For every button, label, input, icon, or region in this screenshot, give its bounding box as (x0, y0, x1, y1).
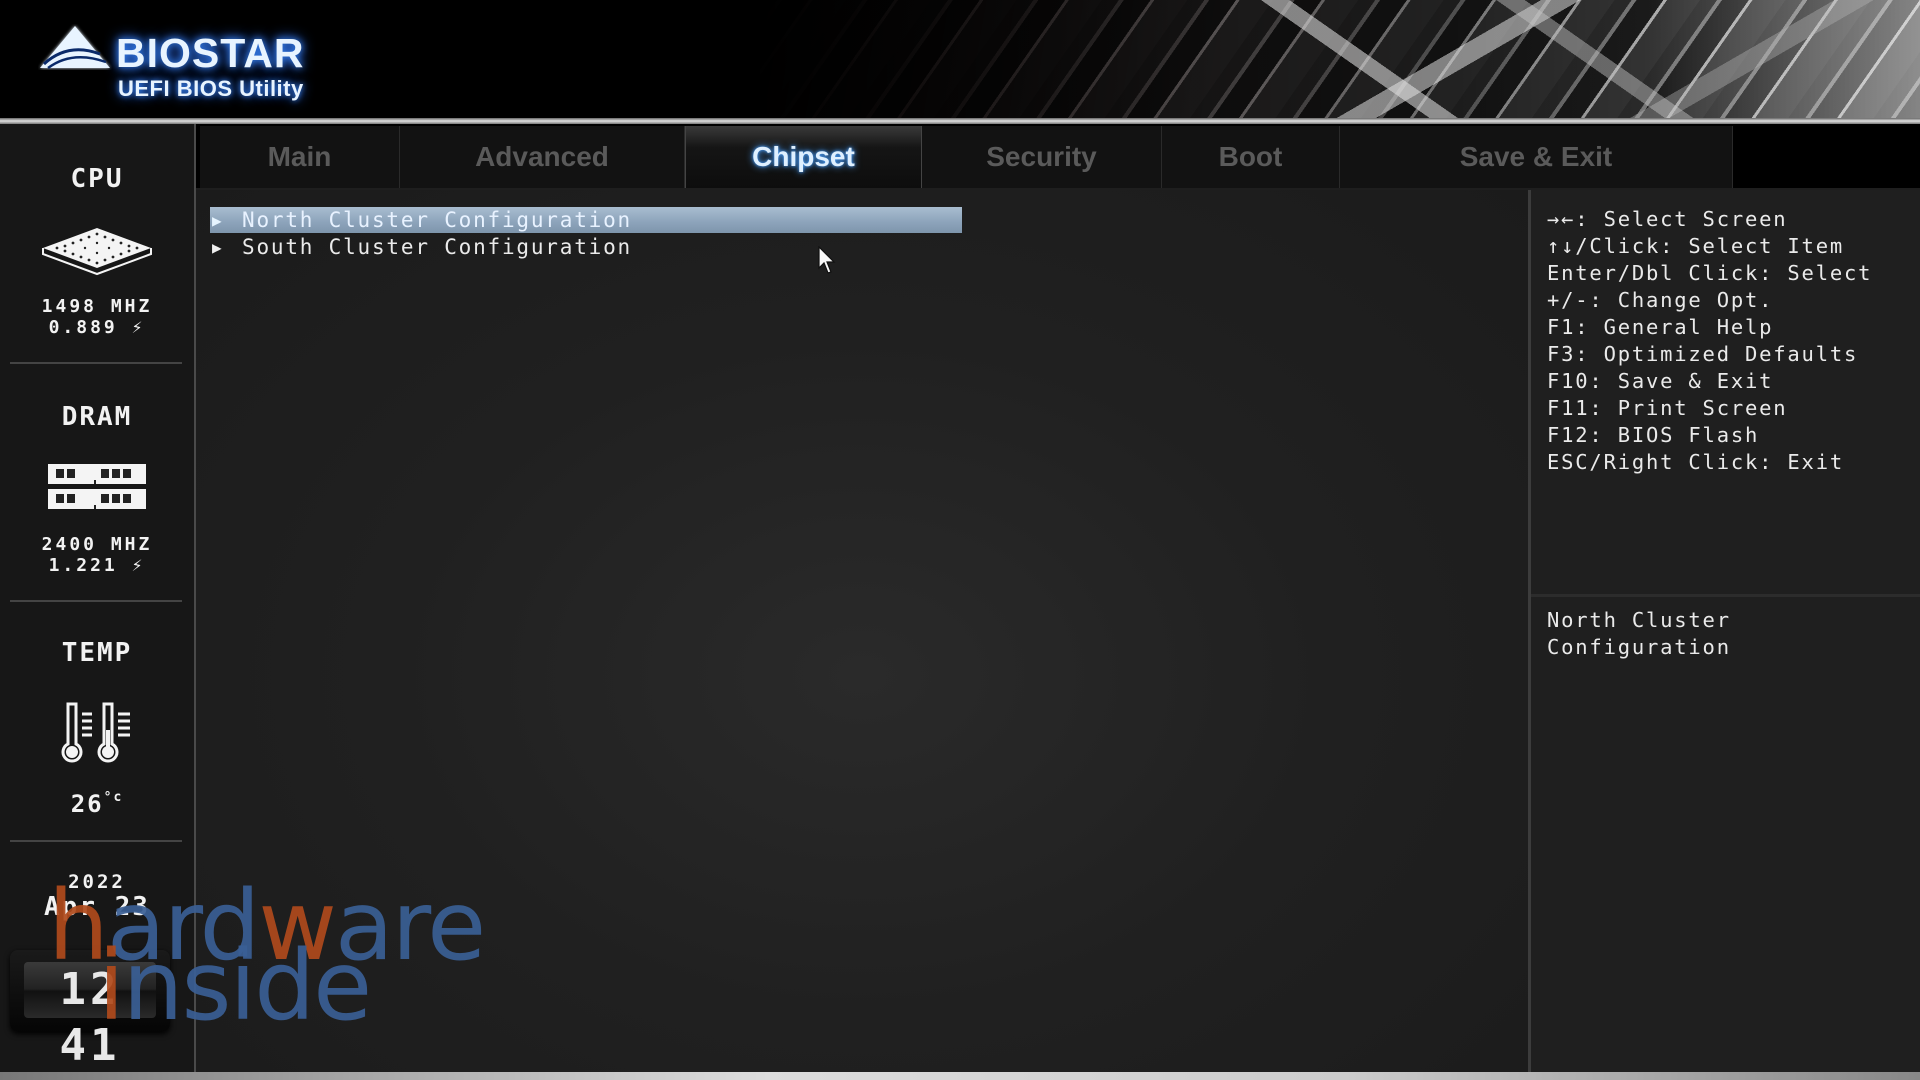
clock-time: 12 41 (24, 962, 156, 1071)
sidebar-divider (10, 362, 182, 364)
date-year: 2022 (68, 871, 126, 893)
cpu-frequency: 1498 MHZ (41, 296, 153, 317)
help-key-exit: ESC/Right Click: Exit (1547, 450, 1844, 474)
menu-item-south-cluster-configuration[interactable]: ▶ South Cluster Configuration (210, 234, 962, 260)
cpu-label: CPU (70, 164, 124, 194)
help-key-select-item: ↑↓/Click: Select Item (1547, 234, 1844, 258)
brand-name: BIOSTAR (116, 30, 305, 76)
submenu-arrow-icon: ▶ (212, 237, 224, 257)
cpu-chip-icon (0, 224, 194, 276)
cpu-voltage: 0.889 ⚡ (0, 317, 194, 338)
dram-voltage: 1.221 ⚡ (0, 555, 194, 576)
help-key-print-screen: F11: Print Screen (1547, 396, 1788, 420)
voltage-bolt-icon: ⚡ (131, 555, 146, 576)
tab-main[interactable]: Main (200, 126, 400, 188)
help-key-enter-select: Enter/Dbl Click: Select (1547, 261, 1873, 285)
menu-item-label: South Cluster Configuration (242, 235, 632, 259)
submenu-arrow-icon: ▶ (212, 210, 224, 230)
help-panel: →←: Select Screen ↑↓/Click: Select Item … (1528, 190, 1920, 1072)
dram-frequency: 2400 MHZ (41, 534, 153, 555)
chipset-menu-panel: ▶ North Cluster Configuration ▶ South Cl… (196, 190, 1528, 1072)
date-month-day: Apr 23 (44, 892, 150, 922)
biostar-triangle-icon (40, 26, 110, 70)
help-key-change-opt: +/-: Change Opt. (1547, 288, 1774, 312)
tab-boot[interactable]: Boot (1162, 126, 1340, 188)
help-key-save-exit: F10: Save & Exit (1547, 369, 1774, 393)
temperature-value: 26 (70, 790, 104, 818)
help-key-optimized-defaults: F3: Optimized Defaults (1547, 342, 1859, 366)
dram-voltage-value: 1.221 (48, 555, 118, 576)
temperature-readout: 26°c (0, 790, 194, 818)
header-banner: BIOSTAR UEFI BIOS Utility (0, 0, 1920, 120)
temperature-unit: °c (103, 790, 124, 805)
flip-clock: 12 41 (10, 950, 170, 1071)
thermometer-icon (0, 700, 194, 766)
temp-label: TEMP (61, 638, 133, 668)
item-description-line: North Cluster (1547, 608, 1731, 632)
help-key-general-help: F1: General Help (1547, 315, 1774, 339)
sidebar-divider (10, 600, 182, 602)
bottom-frame-bar (0, 1072, 1920, 1080)
sidebar-divider (10, 840, 182, 842)
dram-label: DRAM (61, 402, 133, 432)
tab-chipset[interactable]: Chipset (685, 126, 922, 188)
help-key-select-screen: →←: Select Screen (1547, 207, 1788, 231)
tab-bar: Main Advanced Chipset Security Boot Save… (196, 124, 1920, 188)
memory-module-icon (0, 462, 194, 512)
mouse-pointer-icon (818, 246, 836, 274)
tab-advanced[interactable]: Advanced (400, 126, 685, 188)
menu-item-north-cluster-configuration[interactable]: ▶ North Cluster Configuration (210, 207, 962, 233)
header-background-shards (1150, 0, 1920, 120)
product-name: UEFI BIOS Utility (118, 76, 304, 101)
help-key-bios-flash: F12: BIOS Flash (1547, 423, 1760, 447)
biostar-logo: BIOSTAR UEFI BIOS Utility (38, 20, 378, 110)
tab-security[interactable]: Security (922, 126, 1162, 188)
item-description-line: Configuration (1547, 635, 1731, 659)
voltage-bolt-icon: ⚡ (131, 317, 146, 338)
help-panel-divider (1531, 594, 1920, 597)
cpu-voltage-value: 0.889 (48, 317, 118, 338)
tab-save-exit[interactable]: Save & Exit (1340, 126, 1733, 188)
system-status-sidebar: CPU 1498 MHZ 0.889 ⚡ DRAM 2400 MHZ 1.221… (0, 124, 196, 1072)
menu-item-label: North Cluster Configuration (242, 208, 632, 232)
